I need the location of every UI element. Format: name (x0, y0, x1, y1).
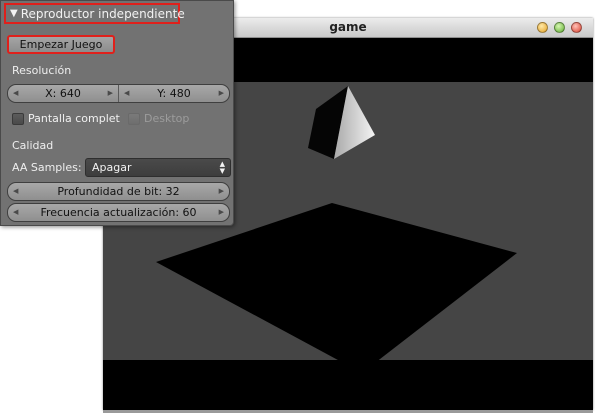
screen: game ▼ Reproductor independiente Empezar… (0, 0, 595, 414)
desktop-checkbox[interactable] (128, 113, 140, 125)
fullscreen-label: Pantalla complet (28, 112, 120, 125)
refresh-rate-field[interactable]: ◀ Frecuencia actualización: 60 ▶ (7, 203, 230, 222)
decrement-arrow-icon[interactable]: ◀ (13, 89, 18, 97)
aa-samples-value: Apagar (92, 161, 132, 174)
fullscreen-checkbox[interactable] (12, 113, 24, 125)
increment-arrow-icon[interactable]: ▶ (219, 208, 224, 216)
resolution-y-value: Y: 480 (157, 87, 191, 100)
resolution-x-field[interactable]: ◀ X: 640 ▶ (8, 85, 118, 102)
bit-depth-inner: ◀ Profundidad de bit: 32 ▶ (8, 183, 229, 200)
decrement-arrow-icon[interactable]: ◀ (124, 89, 129, 97)
resolution-y-field[interactable]: ◀ Y: 480 ▶ (119, 85, 229, 102)
resolution-label: Resolución (12, 64, 72, 77)
bit-depth-field[interactable]: ◀ Profundidad de bit: 32 ▶ (7, 182, 230, 201)
decrement-arrow-icon[interactable]: ◀ (13, 208, 18, 216)
refresh-rate-value: Frecuencia actualización: 60 (40, 206, 197, 219)
increment-arrow-icon[interactable]: ▶ (219, 89, 224, 97)
bit-depth-value: Profundidad de bit: 32 (57, 185, 180, 198)
increment-arrow-icon[interactable]: ▶ (108, 89, 113, 97)
maximize-button[interactable] (554, 22, 565, 33)
floor-plane (156, 203, 517, 373)
aa-samples-label: AA Samples: (12, 161, 82, 174)
refresh-rate-inner: ◀ Frecuencia actualización: 60 ▶ (8, 204, 229, 221)
desktop-label: Desktop (144, 112, 190, 125)
game-window-edge (103, 410, 593, 413)
standalone-player-panel: ▼ Reproductor independiente Empezar Jueg… (0, 0, 234, 226)
minimize-button[interactable] (537, 22, 548, 33)
resolution-x-value: X: 640 (45, 87, 81, 100)
close-button[interactable] (571, 22, 582, 33)
collapse-triangle-icon[interactable]: ▼ (10, 8, 18, 19)
decrement-arrow-icon[interactable]: ◀ (13, 187, 18, 195)
letterbox-bottom (103, 360, 593, 410)
panel-title: Reproductor independiente (20, 6, 185, 21)
quality-label: Calidad (12, 139, 54, 152)
select-updown-icon: ▲ ▼ (219, 160, 225, 175)
aa-samples-select[interactable]: Apagar ▲ ▼ (85, 158, 231, 177)
panel-header[interactable]: ▼ Reproductor independiente (4, 3, 185, 24)
start-game-button[interactable]: Empezar Juego (7, 35, 115, 54)
increment-arrow-icon[interactable]: ▶ (219, 187, 224, 195)
resolution-fields: ◀ X: 640 ▶ ◀ Y: 480 ▶ (7, 84, 230, 103)
